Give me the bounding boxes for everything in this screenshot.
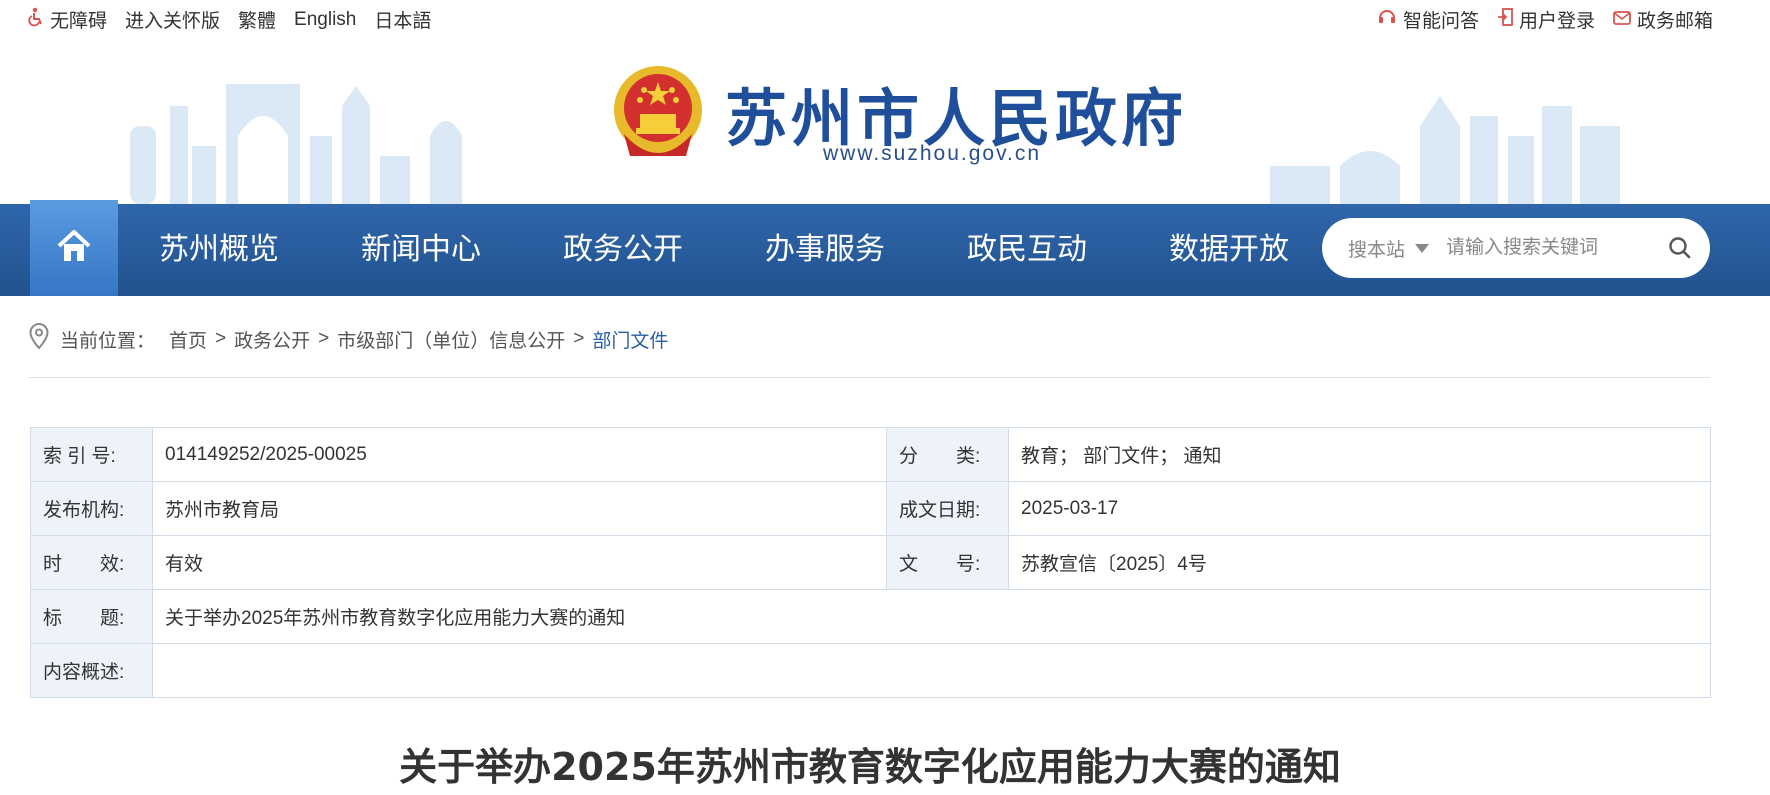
login-icon [1497,7,1513,32]
mail-icon [1613,9,1631,31]
validity-label: 时 效: [30,535,153,590]
search-icon[interactable] [1668,236,1692,265]
category-value: 教育； 部门文件； 通知 [1008,427,1711,482]
location-pin-icon [28,322,50,356]
publisher-value: 苏州市教育局 [152,481,887,536]
index-value: 014149252/2025-00025 [152,427,887,482]
japanese-link[interactable]: 日本語 [374,6,431,33]
doc-number-value: 苏教宣信〔2025〕4号 [1008,535,1711,590]
category-label: 分 类: [886,427,1009,482]
divider [28,377,1710,378]
nav-item-overview[interactable]: 苏州概览 [118,204,320,296]
document-info-table: 索 引 号: 014149252/2025-00025 分 类: 教育； 部门文… [30,427,1711,698]
user-login-link[interactable]: 用户登录 [1497,6,1595,33]
breadcrumb-prefix: 当前位置： [60,330,156,352]
main-nav: 苏州概览 新闻中心 政务公开 办事服务 政民互动 数据开放 搜本站 [0,200,1770,296]
care-mode-label: 进入关怀版 [125,11,221,32]
traditional-chinese-link[interactable]: 繁體 [238,6,276,33]
home-nav-button[interactable] [30,200,118,296]
table-row: 时 效: 有效 文 号: 苏教宣信〔2025〕4号 [30,535,1711,590]
top-links-left: 无障碍 进入关怀版 繁體 English 日本語 [28,6,431,33]
english-link[interactable]: English [294,6,356,33]
table-row: 发布机构: 苏州市教育局 成文日期: 2025-03-17 [30,481,1711,536]
site-banner: 苏州市人民政府 www.suzhou.gov.cn [0,36,1770,206]
smart-qa-link[interactable]: 智能问答 [1377,6,1479,33]
breadcrumb-current[interactable]: 部门文件 [592,326,668,353]
dropdown-triangle-icon [1415,244,1430,253]
summary-value [152,643,1711,698]
publisher-label: 发布机构: [30,481,153,536]
top-links-right: 智能问答 用户登录 政务邮箱 [1377,6,1713,33]
japanese-label: 日本語 [374,11,432,32]
top-utility-bar: 无障碍 进入关怀版 繁體 English 日本語 智能问答 用户登录 政务邮箱 [0,0,1770,36]
breadcrumb-separator: > [318,328,330,349]
search-scope-label: 搜本站 [1348,240,1406,261]
user-login-label: 用户登录 [1518,11,1595,32]
gov-mail-link[interactable]: 政务邮箱 [1613,6,1713,33]
title-label: 标 题: [30,589,153,644]
index-label: 索 引 号: [30,427,153,482]
site-url: www.suzhou.gov.cn [823,142,1042,165]
nav-item-services[interactable]: 办事服务 [724,204,926,296]
table-row: 内容概述: [30,643,1711,698]
search-box: 搜本站 [1322,218,1710,278]
national-emblem [610,64,706,173]
smart-qa-label: 智能问答 [1402,11,1479,32]
nav-item-gov-affairs[interactable]: 政务公开 [522,204,724,296]
nav-item-interaction[interactable]: 政民互动 [926,204,1128,296]
date-value: 2025-03-17 [1008,481,1711,536]
validity-value: 有效 [152,535,887,590]
search-scope-dropdown[interactable]: 搜本站 [1348,235,1430,262]
breadcrumb-gov-affairs[interactable]: 政务公开 [234,326,310,353]
skyline-right-decoration [1270,96,1640,211]
gov-mail-label: 政务邮箱 [1636,11,1713,32]
accessibility-link[interactable]: 无障碍 [28,6,107,33]
nav-item-news[interactable]: 新闻中心 [320,204,522,296]
home-icon [56,229,92,268]
wheelchair-icon [28,7,46,33]
date-label: 成文日期: [886,481,1009,536]
breadcrumb-dept-info[interactable]: 市级部门（单位）信息公开 [337,326,565,353]
breadcrumb-separator: > [215,328,227,349]
nav-menu: 苏州概览 新闻中心 政务公开 办事服务 政民互动 数据开放 [118,204,1330,296]
headset-icon [1377,8,1397,32]
breadcrumb-home[interactable]: 首页 [169,326,207,353]
skyline-left-decoration [130,76,490,209]
table-row: 索 引 号: 014149252/2025-00025 分 类: 教育； 部门文… [30,427,1711,482]
traditional-chinese-label: 繁體 [238,11,277,32]
summary-label: 内容概述: [30,643,153,698]
title-value: 关于举办2025年苏州市教育数字化应用能力大赛的通知 [152,589,1711,644]
search-input[interactable] [1444,230,1658,266]
table-row: 标 题: 关于举办2025年苏州市教育数字化应用能力大赛的通知 [30,589,1711,644]
document-title: 关于举办2025年苏州市教育数字化应用能力大赛的通知 [399,745,1341,789]
accessibility-label: 无障碍 [50,11,108,32]
nav-item-open-data[interactable]: 数据开放 [1128,204,1330,296]
breadcrumb-separator: > [573,328,585,349]
english-label: English [294,8,357,30]
care-mode-link[interactable]: 进入关怀版 [125,6,220,33]
breadcrumb: 当前位置： 首页 > 政务公开 > 市级部门（单位）信息公开 > 部门文件 [28,322,668,356]
doc-number-label: 文 号: [886,535,1009,590]
